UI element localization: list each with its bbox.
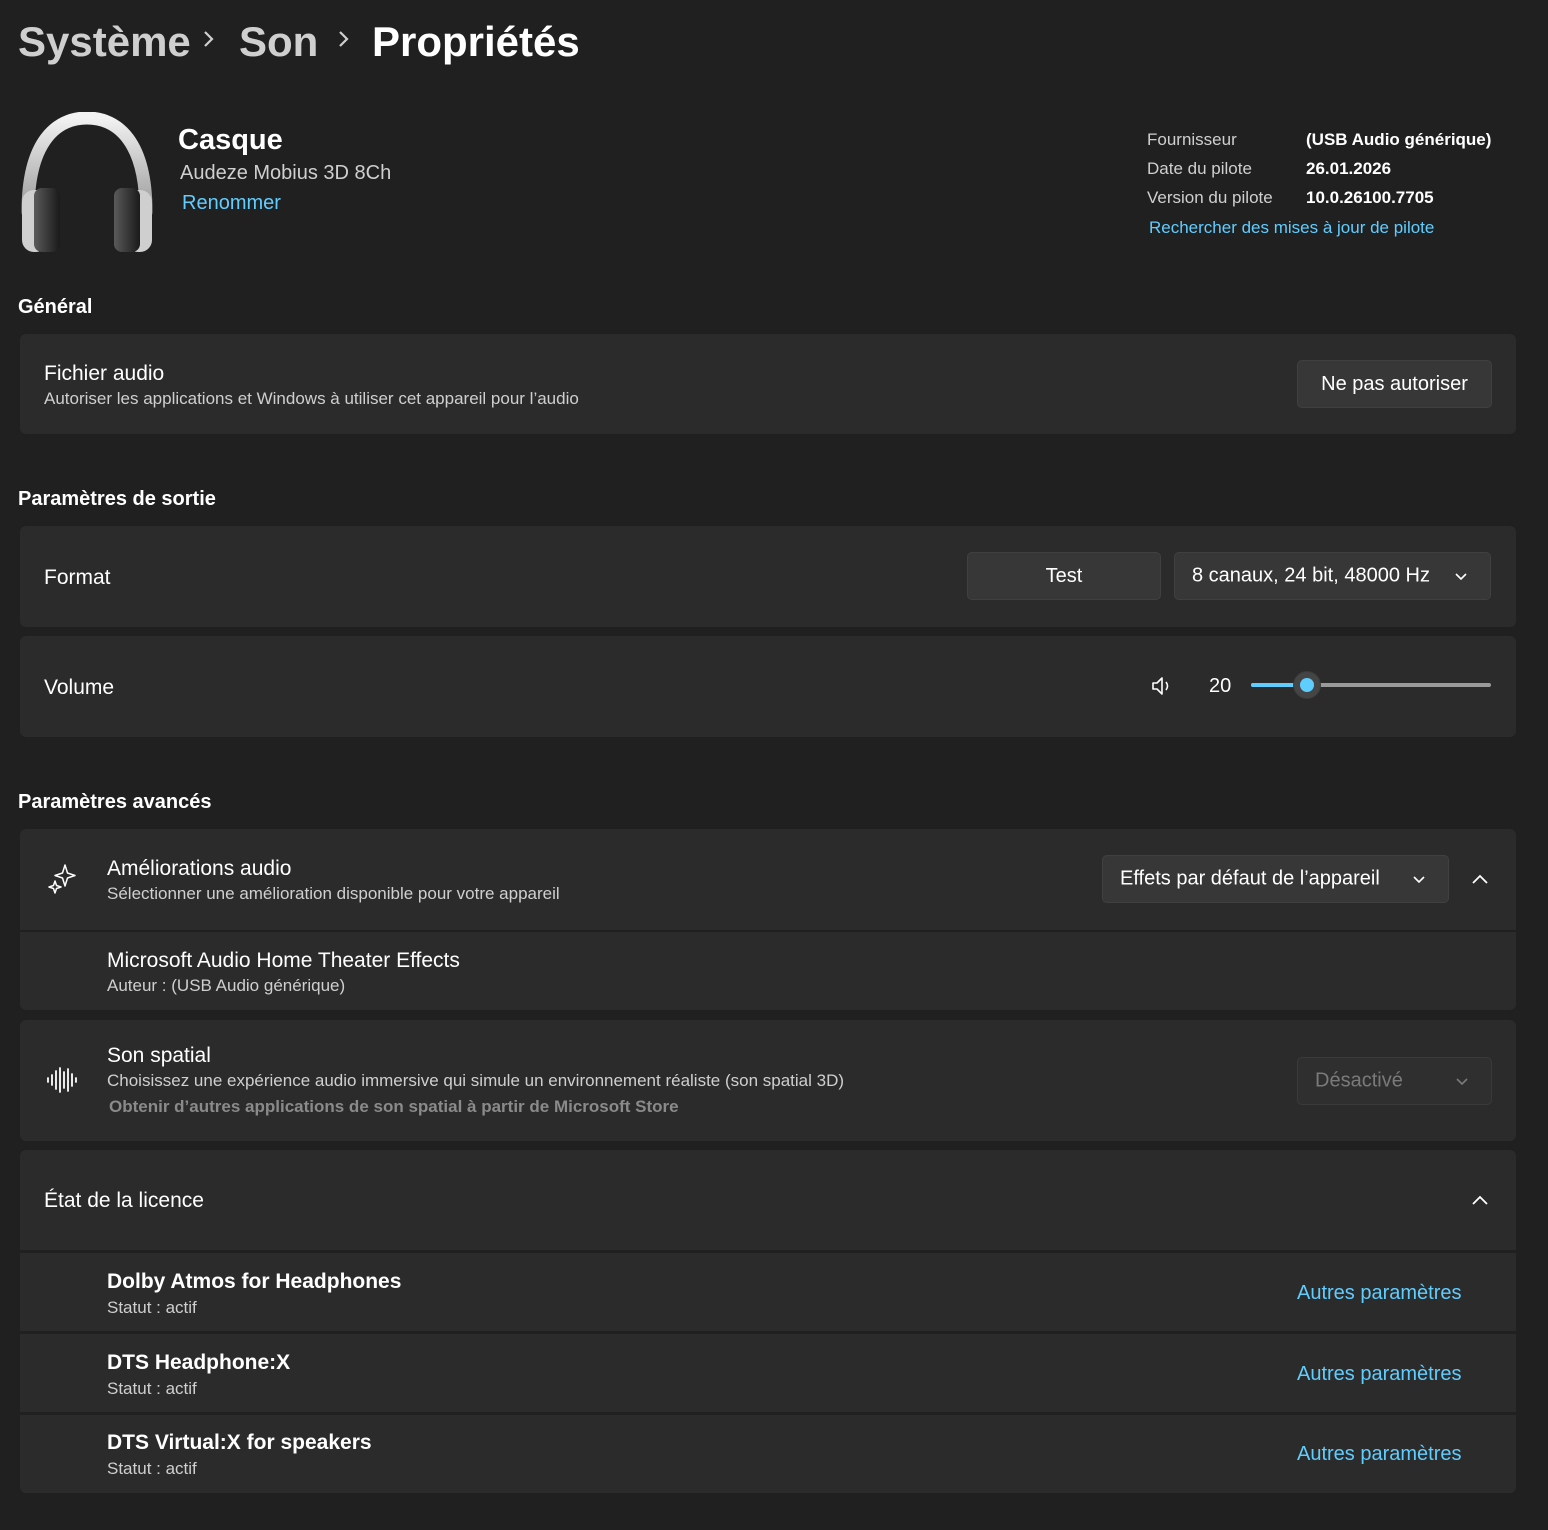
chevron-down-icon xyxy=(1456,1078,1468,1086)
spatial-sound-dropdown[interactable]: Désactivé xyxy=(1297,1057,1492,1105)
chevron-right-icon xyxy=(204,31,214,47)
audio-enhancements-title: Améliorations audio xyxy=(107,857,292,880)
license-status-header[interactable]: État de la licence xyxy=(20,1150,1516,1250)
driver-date-value: 26.01.2026 xyxy=(1306,159,1392,178)
driver-version-label: Version du pilote xyxy=(1147,188,1273,207)
chevron-up-icon[interactable] xyxy=(1471,873,1489,885)
more-settings-link[interactable]: Autres paramètres xyxy=(1297,1443,1462,1466)
spatial-sound-desc: Choisissez une expérience audio immersiv… xyxy=(107,1071,845,1090)
chevron-down-icon xyxy=(1455,573,1467,581)
provider-label: Fournisseur xyxy=(1147,130,1237,149)
chevron-down-icon xyxy=(1413,876,1425,884)
test-button[interactable]: Test xyxy=(967,552,1161,600)
license-item: DTS Headphone:X Statut : actif Autres pa… xyxy=(20,1334,1516,1412)
volume-slider-track[interactable] xyxy=(1251,671,1491,699)
driver-date-label: Date du pilote xyxy=(1147,159,1252,178)
license-item-status: Statut : actif xyxy=(107,1459,197,1478)
spatial-sound-dropdown-value: Désactivé xyxy=(1315,1069,1403,1092)
volume-slider-thumb[interactable] xyxy=(1293,671,1321,699)
provider-value: (USB Audio générique) xyxy=(1306,130,1492,149)
audio-permission-card: Fichier audio Autoriser les applications… xyxy=(20,334,1516,434)
audio-enhancements-card[interactable]: Améliorations audio Sélectionner une amé… xyxy=(20,829,1516,930)
section-heading-advanced: Paramètres avancés xyxy=(18,791,212,813)
volume-label: Volume xyxy=(44,676,115,699)
audio-permission-desc: Autoriser les applications et Windows à … xyxy=(44,389,579,408)
device-model: Audeze Mobius 3D 8Ch xyxy=(180,162,392,184)
spatial-sound-card: Son spatial Choisissez une expérience au… xyxy=(20,1020,1516,1141)
more-settings-link[interactable]: Autres paramètres xyxy=(1297,1363,1462,1386)
breadcrumb-systeme[interactable]: Système xyxy=(18,16,191,68)
volume-card: Volume 20 xyxy=(20,636,1516,737)
license-item-status: Statut : actif xyxy=(107,1379,197,1398)
chevron-up-icon[interactable] xyxy=(1471,1194,1489,1206)
more-settings-link[interactable]: Autres paramètres xyxy=(1297,1282,1462,1305)
driver-update-link[interactable]: Rechercher des mises à jour de pilote xyxy=(1149,218,1434,238)
format-dropdown-value: 8 canaux, 24 bit, 48000 Hz xyxy=(1192,564,1430,587)
section-heading-general: Général xyxy=(18,296,93,318)
spatial-sound-title: Son spatial xyxy=(107,1044,211,1067)
chevron-right-icon xyxy=(339,31,349,47)
section-heading-output: Paramètres de sortie xyxy=(18,488,216,510)
enhancements-dropdown-value: Effets par défaut de l’appareil xyxy=(1120,867,1380,890)
license-item-status: Statut : actif xyxy=(107,1298,197,1317)
enhancement-item-author: Auteur : (USB Audio générique) xyxy=(107,976,346,995)
page-title: Propriétés xyxy=(372,18,580,65)
audio-permission-title: Fichier audio xyxy=(44,362,165,385)
license-item-name: Dolby Atmos for Headphones xyxy=(107,1270,402,1293)
speaker-icon[interactable] xyxy=(1150,674,1174,698)
format-card: Format Test 8 canaux, 24 bit, 48000 Hz xyxy=(20,526,1516,627)
format-dropdown[interactable]: 8 canaux, 24 bit, 48000 Hz xyxy=(1174,552,1491,600)
breadcrumb-son[interactable]: Son xyxy=(239,16,318,68)
spatial-sound-icon xyxy=(47,1067,77,1093)
license-item-name: DTS Headphone:X xyxy=(107,1351,291,1374)
enhancement-item-card: Microsoft Audio Home Theater Effects Aut… xyxy=(20,932,1516,1010)
audio-enhancements-desc: Sélectionner une amélioration disponible… xyxy=(107,884,560,903)
license-item: Dolby Atmos for Headphones Statut : acti… xyxy=(20,1253,1516,1331)
device-name: Casque xyxy=(178,124,283,156)
enhancements-dropdown[interactable]: Effets par défaut de l’appareil xyxy=(1102,855,1449,903)
license-status-title: État de la licence xyxy=(44,1189,204,1212)
driver-version-value: 10.0.26100.7705 xyxy=(1306,188,1434,207)
format-label: Format xyxy=(44,566,111,589)
spatial-store-link[interactable]: Obtenir d’autres applications de son spa… xyxy=(109,1097,679,1117)
license-item-name: DTS Virtual:X for speakers xyxy=(107,1431,372,1454)
headphones-icon xyxy=(21,112,153,252)
volume-value: 20 xyxy=(1209,675,1232,697)
sparkle-icon xyxy=(48,864,76,894)
license-item: DTS Virtual:X for speakers Statut : acti… xyxy=(20,1415,1516,1493)
enhancement-item-title: Microsoft Audio Home Theater Effects xyxy=(107,949,460,972)
rename-link[interactable]: Renommer xyxy=(182,192,281,215)
deny-audio-button[interactable]: Ne pas autoriser xyxy=(1297,360,1492,408)
